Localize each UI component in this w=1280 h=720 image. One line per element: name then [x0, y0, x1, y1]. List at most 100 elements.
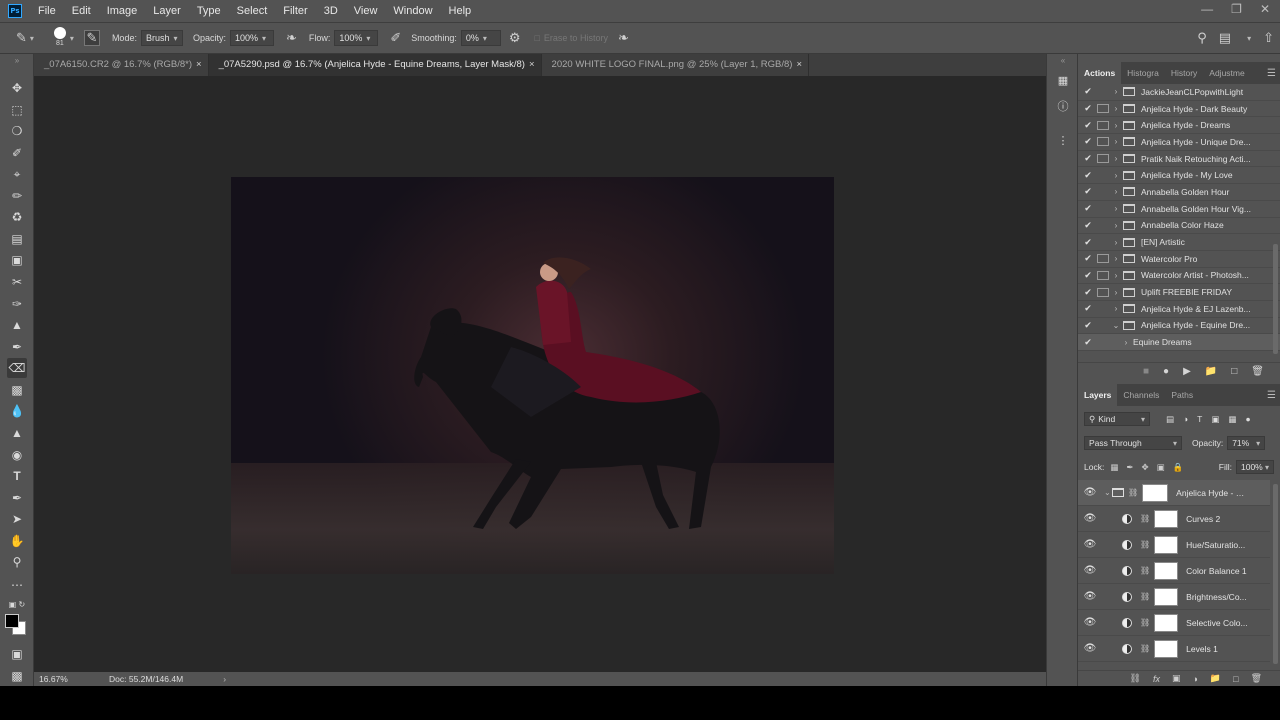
- eye-icon[interactable]: 👁: [1078, 591, 1102, 602]
- eye-icon[interactable]: 👁: [1078, 487, 1102, 498]
- layer-mask-thumbnail[interactable]: [1142, 483, 1169, 502]
- menu-image[interactable]: Image: [99, 0, 146, 22]
- menu-3d[interactable]: 3D: [316, 0, 346, 22]
- chevron-right-icon[interactable]: ›: [1109, 254, 1123, 263]
- dialog-toggle-icon[interactable]: [1097, 238, 1109, 247]
- smoothing-field[interactable]: 0% ▾: [460, 30, 501, 46]
- tab-actions[interactable]: Actions: [1078, 62, 1122, 84]
- dialog-toggle-icon[interactable]: [1097, 87, 1109, 96]
- action-set-row[interactable]: ✔ › Annabella Color Haze: [1078, 218, 1280, 235]
- search-icon[interactable]: ⚲: [1197, 30, 1207, 46]
- canvas-area[interactable]: [34, 76, 1030, 672]
- new-layer-icon[interactable]: □: [1233, 674, 1238, 684]
- fx-icon[interactable]: fx: [1153, 674, 1160, 684]
- eye-icon[interactable]: 👁: [1078, 565, 1102, 576]
- chevron-down-icon[interactable]: ⌄: [1109, 321, 1123, 330]
- layer-row[interactable]: 👁 ⛓ Hue/Saturatio...: [1078, 532, 1270, 558]
- action-set-row[interactable]: ✔ › JackieJeanCLPopwithLight: [1078, 84, 1280, 101]
- blur-tool-icon[interactable]: 💧: [7, 401, 27, 421]
- clone-stamp-tool-icon[interactable]: ▲: [7, 315, 27, 335]
- foreground-color-swatch[interactable]: [5, 614, 19, 628]
- dialog-toggle-icon[interactable]: [1097, 270, 1109, 280]
- panel-menu-icon[interactable]: ☰: [1267, 68, 1276, 79]
- action-set-row[interactable]: ✔ › Watercolor Pro: [1078, 251, 1280, 268]
- menu-file[interactable]: File: [30, 0, 64, 22]
- gear-icon[interactable]: ⚙: [509, 30, 521, 46]
- scissors-tool-icon[interactable]: ✂: [7, 272, 27, 292]
- layer-mask-thumbnail[interactable]: [1154, 509, 1179, 528]
- link-icon[interactable]: ⛓: [1140, 644, 1150, 653]
- dialog-toggle-icon[interactable]: [1097, 104, 1109, 114]
- layer-opacity-field[interactable]: 71% ▾: [1227, 436, 1266, 450]
- new-group-icon[interactable]: 📁: [1210, 673, 1221, 684]
- lock-artboard-icon[interactable]: ▣: [1157, 462, 1165, 473]
- lock-transparent-icon[interactable]: ▦: [1110, 462, 1118, 473]
- chevron-right-icon[interactable]: ›: [1109, 304, 1123, 313]
- document-image[interactable]: [231, 177, 834, 574]
- lock-all-icon[interactable]: 🔒: [1173, 462, 1184, 473]
- lasso-tool-icon[interactable]: ❍: [7, 121, 27, 141]
- bandage-tool-icon[interactable]: ▤: [7, 229, 27, 249]
- close-icon[interactable]: ×: [529, 59, 535, 70]
- brush-tool-icon[interactable]: ✑: [7, 294, 27, 314]
- erase-to-history-label[interactable]: Erase to History: [544, 33, 608, 43]
- dialog-toggle-icon[interactable]: [1097, 287, 1109, 297]
- tab-layers[interactable]: Layers: [1078, 384, 1118, 406]
- eye-icon[interactable]: 👁: [1078, 513, 1102, 524]
- minimize-icon[interactable]: —: [1201, 2, 1213, 16]
- check-icon[interactable]: ✔: [1080, 270, 1096, 281]
- link-icon[interactable]: ⛓: [1140, 514, 1150, 523]
- chevron-down-icon[interactable]: ▾: [30, 34, 34, 43]
- link-layers-icon[interactable]: ⛓: [1130, 673, 1141, 684]
- tab-document-3[interactable]: 2020 WHITE LOGO FINAL.png @ 25% (Layer 1…: [541, 54, 810, 76]
- layer-mask-thumbnail[interactable]: [1154, 639, 1179, 658]
- action-row[interactable]: ✔ › Equine Dreams: [1078, 334, 1280, 351]
- close-icon[interactable]: ×: [796, 59, 802, 70]
- play-icon[interactable]: ▶: [1183, 366, 1191, 377]
- link-icon[interactable]: ⛓: [1140, 618, 1150, 627]
- tab-adjustments[interactable]: Adjustme: [1203, 62, 1250, 84]
- dialog-toggle-icon[interactable]: [1097, 221, 1109, 230]
- menu-view[interactable]: View: [346, 0, 386, 22]
- check-icon[interactable]: ✔: [1080, 320, 1096, 331]
- check-icon[interactable]: ✔: [1080, 136, 1096, 147]
- eye-icon[interactable]: 👁: [1078, 539, 1102, 550]
- opacity-field[interactable]: 100% ▾: [229, 30, 274, 46]
- filter-smart-object-icon[interactable]: ▦: [1228, 414, 1236, 425]
- chevron-right-icon[interactable]: ›: [1109, 87, 1123, 96]
- layer-mask-thumbnail[interactable]: [1154, 587, 1179, 606]
- chevron-right-icon[interactable]: ›: [1109, 204, 1123, 213]
- info-icon[interactable]: ⓘ: [1055, 98, 1071, 114]
- close-icon[interactable]: ×: [196, 59, 202, 70]
- frame-tool-icon[interactable]: ▣: [7, 250, 27, 270]
- check-icon[interactable]: ✔: [1080, 120, 1096, 131]
- layer-row[interactable]: 👁 ⛓ Color Balance 1: [1078, 558, 1270, 584]
- layer-row[interactable]: 👁 ⛓ Curves 2: [1078, 506, 1270, 532]
- action-set-row[interactable]: ✔ ⌄ Anjelica Hyde - Equine Dre...: [1078, 318, 1280, 335]
- filter-adjustment-icon[interactable]: ◑: [1183, 414, 1188, 425]
- trash-icon[interactable]: 🗑: [1251, 673, 1262, 684]
- dialog-toggle-icon[interactable]: [1097, 254, 1109, 264]
- eraser-tool-icon[interactable]: ⌫: [7, 358, 27, 378]
- history-brush-tool-icon[interactable]: ✒: [7, 337, 27, 357]
- tab-document-1[interactable]: _07A6150.CR2 @ 16.7% (RGB/8*) ×: [34, 54, 209, 76]
- action-set-row[interactable]: ✔ › Annabella Golden Hour Vig...: [1078, 201, 1280, 218]
- dialog-toggle-icon[interactable]: [1097, 120, 1109, 130]
- move-tool-icon[interactable]: ✥: [7, 78, 27, 98]
- collapse-toolbar-icon[interactable]: »: [7, 56, 27, 65]
- action-set-row[interactable]: ✔ › Watercolor Artist - Photosh...: [1078, 268, 1280, 285]
- mode-select[interactable]: Brush ▾: [140, 30, 183, 46]
- link-icon[interactable]: ⛓: [1140, 540, 1150, 549]
- menu-help[interactable]: Help: [441, 0, 480, 22]
- pen-tool-icon[interactable]: ✒: [7, 488, 27, 508]
- menu-type[interactable]: Type: [189, 0, 229, 22]
- record-icon[interactable]: ●: [1163, 366, 1169, 377]
- chevron-right-icon[interactable]: ›: [1109, 187, 1123, 196]
- dialog-toggle-icon[interactable]: [1097, 137, 1109, 147]
- action-set-row[interactable]: ✔ › Uplift FREEBIE FRIDAY: [1078, 284, 1280, 301]
- panel-menu-icon[interactable]: ☰: [1267, 390, 1276, 401]
- action-set-row[interactable]: ✔ › Anjelica Hyde - My Love: [1078, 167, 1280, 185]
- status-menu-chevron-icon[interactable]: ›: [223, 674, 226, 684]
- trash-icon[interactable]: 🗑: [1251, 366, 1264, 377]
- crop-tool-icon[interactable]: ⌖: [7, 164, 27, 184]
